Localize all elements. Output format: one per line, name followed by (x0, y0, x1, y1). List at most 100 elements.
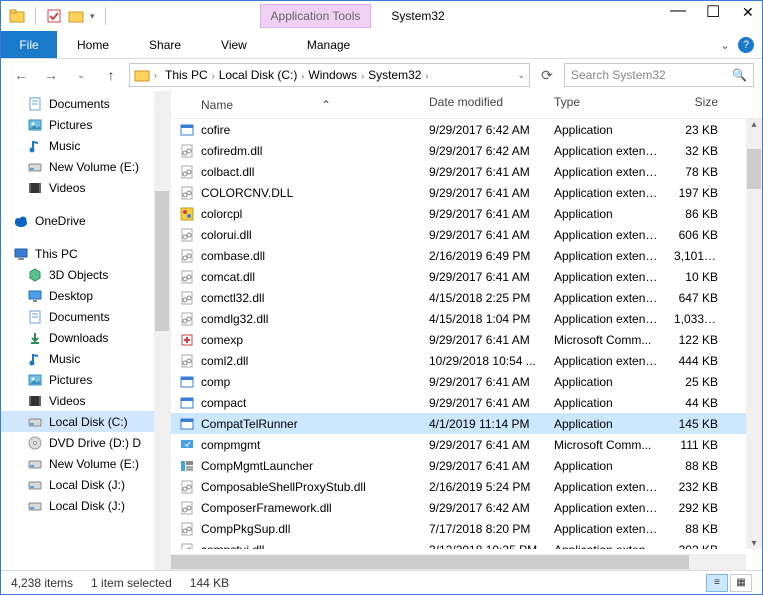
breadcrumb-segment[interactable]: Local Disk (C:) (215, 68, 302, 82)
sidebar-item[interactable]: Documents (1, 93, 170, 114)
forward-button[interactable]: → (39, 63, 63, 87)
file-name: combase.dll (201, 249, 265, 263)
navpane-scrollbar[interactable] (154, 91, 170, 570)
address-dropdown-icon[interactable]: ⌄ (517, 70, 525, 81)
sidebar-item-label: Downloads (49, 331, 108, 345)
sidebar-item[interactable]: Local Disk (J:) (1, 495, 170, 516)
file-row[interactable]: COLORCNV.DLL9/29/2017 6:41 AMApplication… (171, 182, 762, 203)
file-row[interactable]: compact9/29/2017 6:41 AMApplication44 KB (171, 392, 762, 413)
file-row[interactable]: colorui.dll9/29/2017 6:41 AMApplication … (171, 224, 762, 245)
disk-icon (27, 477, 43, 493)
file-icon (179, 416, 195, 432)
refresh-button[interactable]: ⟳ (536, 63, 558, 87)
tab-file[interactable]: File (1, 31, 57, 58)
sidebar-item[interactable]: New Volume (E:) (1, 156, 170, 177)
sidebar-item[interactable]: 3D Objects (1, 264, 170, 285)
file-type: Application extens... (546, 287, 666, 309)
sidebar-item-onedrive[interactable]: OneDrive (1, 210, 170, 231)
file-icon (179, 500, 195, 516)
column-type[interactable]: Type (546, 91, 666, 118)
file-row[interactable]: compstui.dll3/12/2018 10:35 PMApplicatio… (171, 539, 762, 549)
breadcrumb-segment[interactable]: This PC (161, 68, 212, 82)
file-row[interactable]: comctl32.dll4/15/2018 2:25 PMApplication… (171, 287, 762, 308)
sidebar-item[interactable]: Downloads (1, 327, 170, 348)
tab-manage[interactable]: Manage (287, 38, 370, 52)
tab-home[interactable]: Home (57, 38, 129, 52)
scrollbar-thumb[interactable] (171, 555, 689, 569)
sidebar-item[interactable]: Pictures (1, 114, 170, 135)
search-input[interactable]: Search System32 🔍 (564, 63, 754, 87)
file-date: 9/29/2017 6:41 AM (421, 182, 546, 204)
details-view-button[interactable]: ≡ (706, 574, 728, 592)
music-icon (27, 138, 43, 154)
scroll-down-icon[interactable]: ▾ (746, 538, 762, 549)
filelist-hscrollbar[interactable] (171, 554, 746, 570)
scroll-up-icon[interactable]: ▴ (746, 119, 762, 130)
file-row[interactable]: colbact.dll9/29/2017 6:41 AMApplication … (171, 161, 762, 182)
sidebar-item[interactable]: DVD Drive (D:) D (1, 432, 170, 453)
icons-view-button[interactable]: ▦ (730, 574, 752, 592)
file-row[interactable]: CompPkgSup.dll7/17/2018 8:20 PMApplicati… (171, 518, 762, 539)
column-name[interactable]: Name⌃ (171, 91, 421, 118)
sidebar-item-label: New Volume (E:) (49, 160, 139, 174)
file-row[interactable]: cofiredm.dll9/29/2017 6:42 AMApplication… (171, 140, 762, 161)
item-count: 4,238 items (11, 576, 73, 590)
qat-dropdown-icon[interactable]: ▾ (90, 11, 95, 22)
file-row[interactable]: compmgmt9/29/2017 6:41 AMMicrosoft Comm.… (171, 434, 762, 455)
file-row[interactable]: ComposerFramework.dll9/29/2017 6:42 AMAp… (171, 497, 762, 518)
help-icon[interactable]: ? (738, 37, 754, 53)
tab-view[interactable]: View (201, 38, 267, 52)
filelist-vscrollbar[interactable]: ▴ ▾ (746, 119, 762, 549)
up-button[interactable]: ↑ (99, 63, 123, 87)
sidebar-item[interactable]: Local Disk (J:) (1, 474, 170, 495)
tab-share[interactable]: Share (129, 38, 201, 52)
sidebar-item[interactable]: Local Disk (C:) (1, 411, 170, 432)
minimize-button[interactable] (670, 10, 682, 22)
column-date[interactable]: Date modified (421, 91, 546, 118)
chevron-right-icon[interactable]: › (154, 70, 157, 80)
sidebar-item[interactable]: Videos (1, 390, 170, 411)
ribbon-chevron-icon[interactable]: ⌄ (720, 38, 730, 52)
scrollbar-thumb[interactable] (155, 191, 169, 331)
properties-icon[interactable] (46, 8, 62, 24)
folder-icon[interactable] (9, 8, 25, 24)
close-button[interactable] (742, 10, 754, 22)
file-row[interactable]: comexp9/29/2017 6:41 AMMicrosoft Comm...… (171, 329, 762, 350)
sidebar-item-thispc[interactable]: This PC (1, 243, 170, 264)
file-row[interactable]: comp9/29/2017 6:41 AMApplication25 KB (171, 371, 762, 392)
file-row[interactable]: comdlg32.dll4/15/2018 1:04 PMApplication… (171, 308, 762, 329)
sidebar-item[interactable]: Music (1, 135, 170, 156)
file-row[interactable]: CompatTelRunner4/1/2019 11:14 PMApplicat… (171, 413, 762, 434)
sidebar-item[interactable]: Music (1, 348, 170, 369)
file-row[interactable]: cofire9/29/2017 6:42 AMApplication23 KB (171, 119, 762, 140)
file-size: 1,033 KB (666, 308, 726, 330)
file-date: 9/29/2017 6:42 AM (421, 140, 546, 162)
file-row[interactable]: CompMgmtLauncher9/29/2017 6:41 AMApplica… (171, 455, 762, 476)
scrollbar-thumb[interactable] (747, 149, 761, 189)
column-size[interactable]: Size (666, 91, 726, 118)
recent-button[interactable]: ⌄ (69, 63, 93, 87)
pc-icon (13, 246, 29, 262)
new-folder-icon[interactable] (68, 8, 84, 24)
file-row[interactable]: coml2.dll10/29/2018 10:54 ...Application… (171, 350, 762, 371)
file-icon (179, 206, 195, 222)
file-icon (179, 185, 195, 201)
chevron-right-icon[interactable]: › (425, 71, 428, 81)
sidebar-item[interactable]: Documents (1, 306, 170, 327)
file-icon (179, 269, 195, 285)
file-date: 9/29/2017 6:41 AM (421, 455, 546, 477)
breadcrumb-segment[interactable]: Windows (304, 68, 361, 82)
file-row[interactable]: combase.dll2/16/2019 6:49 PMApplication … (171, 245, 762, 266)
file-row[interactable]: ComposableShellProxyStub.dll2/16/2019 5:… (171, 476, 762, 497)
maximize-button[interactable] (706, 10, 718, 22)
sidebar-item[interactable]: Videos (1, 177, 170, 198)
file-row[interactable]: colorcpl9/29/2017 6:41 AMApplication86 K… (171, 203, 762, 224)
file-icon (179, 164, 195, 180)
back-button[interactable]: ← (9, 63, 33, 87)
sidebar-item[interactable]: New Volume (E:) (1, 453, 170, 474)
address-bar[interactable]: › This PC›Local Disk (C:)›Windows›System… (129, 63, 530, 87)
sidebar-item[interactable]: Desktop (1, 285, 170, 306)
file-row[interactable]: comcat.dll9/29/2017 6:41 AMApplication e… (171, 266, 762, 287)
breadcrumb-segment[interactable]: System32 (364, 68, 425, 82)
sidebar-item[interactable]: Pictures (1, 369, 170, 390)
